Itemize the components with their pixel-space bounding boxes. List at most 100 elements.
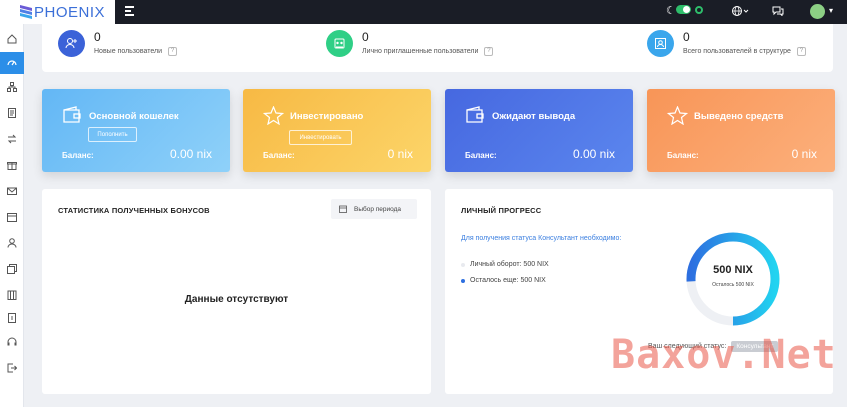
wallet-card-withdrawn: Выведено средств Баланс: 0 nix	[647, 89, 835, 172]
brand-name: PHOENIX	[34, 3, 106, 21]
theme-toggle[interactable]	[676, 5, 691, 14]
wallet-title: Инвестировано	[290, 111, 364, 122]
turnover-text: Личный оборот: 500 NIX	[470, 261, 549, 268]
add-user-icon	[65, 38, 77, 49]
balance-label: Баланс:	[465, 151, 497, 160]
balance-value: 0.00 nix	[169, 147, 212, 161]
turnover-legend: Личный оборот: 500 NIX	[461, 261, 549, 268]
balance-value: 0.00 nix	[572, 147, 615, 161]
empty-state-text: Данные отсутствуют	[184, 294, 289, 305]
panel-title: ЛИЧНЫЙ ПРОГРЕСС	[461, 206, 542, 215]
transfer-icon	[7, 134, 17, 144]
progress-gauge	[686, 232, 780, 326]
people-group-icon	[334, 38, 345, 49]
sidebar	[0, 24, 24, 407]
sidebar-item-support[interactable]	[0, 331, 24, 353]
stat-label: Всего пользователей в структуре	[683, 48, 791, 55]
legend-dot	[461, 278, 465, 283]
legend-dot	[461, 262, 465, 267]
wallet-title: Ожидают вывода	[492, 111, 576, 122]
period-label: Выбор периода	[354, 205, 402, 213]
home-icon	[7, 34, 17, 44]
gift-icon	[7, 162, 17, 170]
user-card-icon	[655, 38, 666, 49]
stat-invited-users: 0 Лично приглашенные пользователи?	[326, 30, 494, 57]
wallet-icon	[63, 106, 81, 123]
building-icon	[7, 290, 17, 300]
stat-value: 0	[683, 30, 690, 44]
stat-icon-circle	[58, 30, 85, 57]
calendar-icon	[7, 213, 17, 222]
sidebar-item-home[interactable]	[0, 28, 24, 50]
sidebar-item-profile[interactable]	[0, 232, 24, 254]
sidebar-item-notebook[interactable]	[0, 307, 24, 329]
stat-icon-circle	[647, 30, 674, 57]
period-select-button[interactable]: Выбор периода	[331, 199, 417, 219]
stat-label: Новые пользователи	[94, 48, 162, 55]
stat-label: Лично приглашенные пользователи	[362, 48, 479, 55]
help-icon[interactable]: ?	[484, 47, 494, 56]
star-badge-icon	[667, 106, 688, 125]
balance-value: 0 nix	[387, 147, 413, 161]
stat-new-users: 0 Новые пользователи?	[58, 30, 177, 57]
invest-button[interactable]: Инвестировать	[289, 130, 352, 145]
navbar: ☾ ▾	[115, 0, 847, 24]
top-up-button[interactable]: Пополнить	[88, 127, 137, 142]
sidebar-item-structure[interactable]	[0, 76, 24, 98]
menu-toggle-icon[interactable]	[125, 6, 134, 16]
stat-icon-circle	[326, 30, 353, 57]
star-badge-icon	[263, 106, 284, 125]
balance-label: Баланс:	[263, 151, 295, 160]
wallet-title: Выведено средств	[694, 111, 784, 122]
phoenix-logo-icon	[20, 5, 32, 19]
top-bar: PHOENIX ☾ ▾	[0, 0, 847, 24]
online-status-icon	[695, 6, 703, 14]
language-globe-icon[interactable]	[731, 5, 749, 17]
gauge-value: 500 NIX	[713, 264, 753, 276]
logout-icon	[7, 363, 17, 373]
moon-icon: ☾	[666, 5, 676, 17]
wallet-card-pending: Ожидают вывода Баланс: 0.00 nix	[445, 89, 633, 172]
balance-label: Баланс:	[667, 151, 699, 160]
calendar-icon	[339, 205, 347, 213]
help-icon[interactable]: ?	[167, 47, 177, 56]
wallet-title: Основной кошелек	[89, 111, 179, 122]
watermark: Baxov.Net	[611, 332, 837, 378]
wallet-icon	[466, 106, 484, 123]
stat-value: 0	[94, 30, 101, 44]
remaining-legend: Осталось еще: 500 NIX	[461, 277, 546, 284]
sidebar-item-buildings[interactable]	[0, 284, 24, 306]
sidebar-item-logout[interactable]	[0, 357, 24, 379]
sidebar-item-calendar[interactable]	[0, 206, 24, 228]
user-icon	[7, 238, 17, 248]
sidebar-item-transfers[interactable]	[0, 128, 24, 150]
sidebar-item-documents[interactable]	[0, 102, 24, 124]
chevron-down-icon[interactable]: ▾	[829, 6, 833, 15]
user-stats-card: 0 Новые пользователи? 0 Лично приглашенн…	[42, 24, 833, 72]
help-icon[interactable]: ?	[796, 47, 806, 56]
sidebar-item-cards[interactable]	[0, 258, 24, 280]
sidebar-item-messages[interactable]	[0, 180, 24, 202]
stat-value: 0	[362, 30, 369, 44]
balance-value: 0 nix	[791, 147, 817, 161]
wallet-card-invested: Инвестировано Инвестировать Баланс: 0 ni…	[243, 89, 431, 172]
sidebar-item-gifts[interactable]	[0, 154, 24, 176]
wallet-card-main: Основной кошелек Пополнить Баланс: 0.00 …	[42, 89, 230, 172]
document-icon	[8, 108, 16, 118]
mail-icon	[7, 187, 17, 195]
remaining-text: Осталось еще: 500 NIX	[470, 277, 546, 284]
balance-label: Баланс:	[62, 151, 94, 160]
sidebar-item-dashboard[interactable]	[0, 52, 24, 74]
panel-title: СТАТИСТИКА ПОЛУЧЕННЫХ БОНУСОВ	[58, 206, 210, 215]
dashboard-icon	[7, 60, 17, 66]
avatar[interactable]	[810, 4, 825, 19]
structure-icon	[7, 82, 17, 92]
bonus-stats-panel: СТАТИСТИКА ПОЛУЧЕННЫХ БОНУСОВ Выбор пери…	[42, 189, 431, 394]
cards-icon	[7, 264, 17, 274]
headset-icon	[7, 337, 17, 346]
status-requirements-text: Для получения статуса Консультант необхо…	[461, 235, 622, 242]
notebook-icon	[8, 313, 16, 323]
brand-logo[interactable]: PHOENIX	[0, 0, 115, 24]
chat-icon[interactable]	[772, 6, 784, 16]
stat-total-users: 0 Всего пользователей в структуре?	[647, 30, 806, 57]
